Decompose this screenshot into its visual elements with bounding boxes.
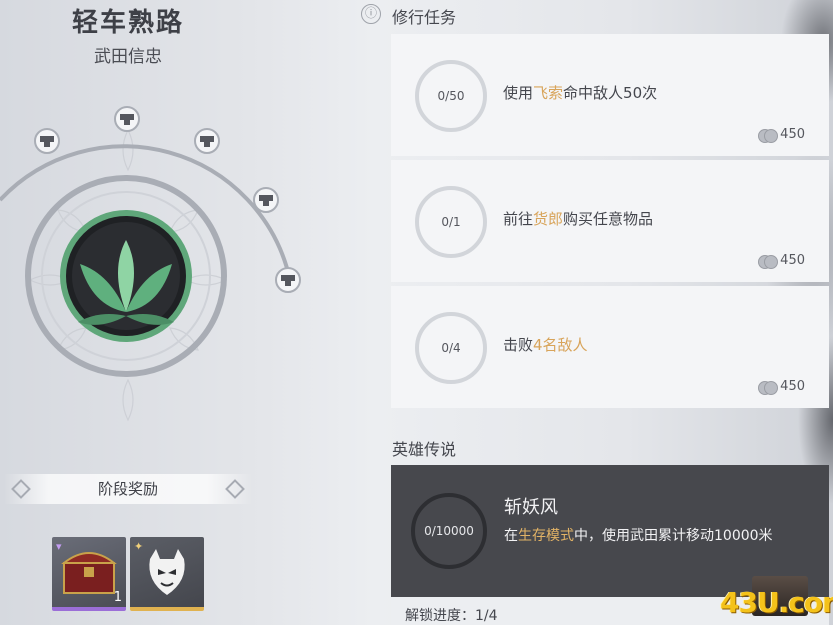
task-progress-ring: 0/1 (415, 186, 487, 258)
rarity-mark-icon: ▾ (56, 540, 62, 553)
task-card[interactable]: 0/50 使用飞索命中敌人50次 450 (391, 34, 829, 156)
task-reward-amount: 450 (780, 127, 805, 142)
stage-reward-header: 阶段奖励 (4, 474, 252, 504)
coin-icon (758, 254, 779, 269)
reward-item-chest[interactable]: ▾ 1 (52, 537, 126, 611)
reward-count: 1 (113, 590, 122, 605)
stage-reward-label: 阶段奖励 (97, 480, 158, 498)
diamond-ornament-icon (11, 479, 31, 499)
task-description: 前往货郎购买任意物品 (503, 210, 654, 228)
coin-icon (758, 128, 779, 143)
coin-icon (758, 380, 779, 395)
task-reward: 450 (758, 253, 805, 269)
task-progress-ring: 0/50 (415, 60, 487, 132)
watermark-logo: 43U.com (720, 586, 833, 619)
stage-node-icon[interactable] (194, 128, 220, 154)
hero-progress-ring: 0/10000 (411, 493, 487, 569)
reward-item-mask[interactable]: ✦ (130, 537, 204, 611)
hero-legend-description: 在生存模式中，使用武田累计移动10000米 (504, 528, 773, 544)
stage-node-icon[interactable] (253, 187, 279, 213)
stage-subtitle: 武田信忠 (94, 47, 162, 67)
hero-legend-heading: 英雄传说 (392, 440, 457, 459)
stage-node-icon[interactable] (34, 128, 60, 154)
stage-progress-wheel (0, 90, 320, 430)
task-description: 使用飞索命中敌人50次 (503, 84, 658, 102)
task-card[interactable]: 0/4 击败4名敌人 450 (391, 286, 829, 408)
leaf-emblem-icon (60, 210, 192, 342)
stage-node-icon[interactable] (114, 106, 140, 132)
unlock-progress-text: 解锁进度：1/4 (405, 608, 498, 624)
stage-node-icon[interactable] (275, 267, 301, 293)
task-reward: 450 (758, 379, 805, 395)
diamond-ornament-icon (225, 479, 245, 499)
info-icon[interactable]: ⓘ (361, 4, 381, 24)
task-reward-amount: 450 (780, 253, 805, 268)
hero-legend-name: 斩妖风 (504, 497, 558, 518)
practice-tasks-heading: 修行任务 (392, 8, 457, 27)
task-description: 击败4名敌人 (503, 336, 588, 354)
task-reward-amount: 450 (780, 379, 805, 394)
task-card[interactable]: 0/1 前往货郎购买任意物品 450 (391, 160, 829, 282)
rarity-mark-icon: ✦ (134, 540, 144, 553)
stage-title: 轻车熟路 (71, 8, 184, 38)
task-reward: 450 (758, 127, 805, 143)
task-progress-ring: 0/4 (415, 312, 487, 384)
stage-panel: 轻车熟路 武田信忠 阶段奖励 ▾ 1 ✦ (0, 0, 360, 625)
